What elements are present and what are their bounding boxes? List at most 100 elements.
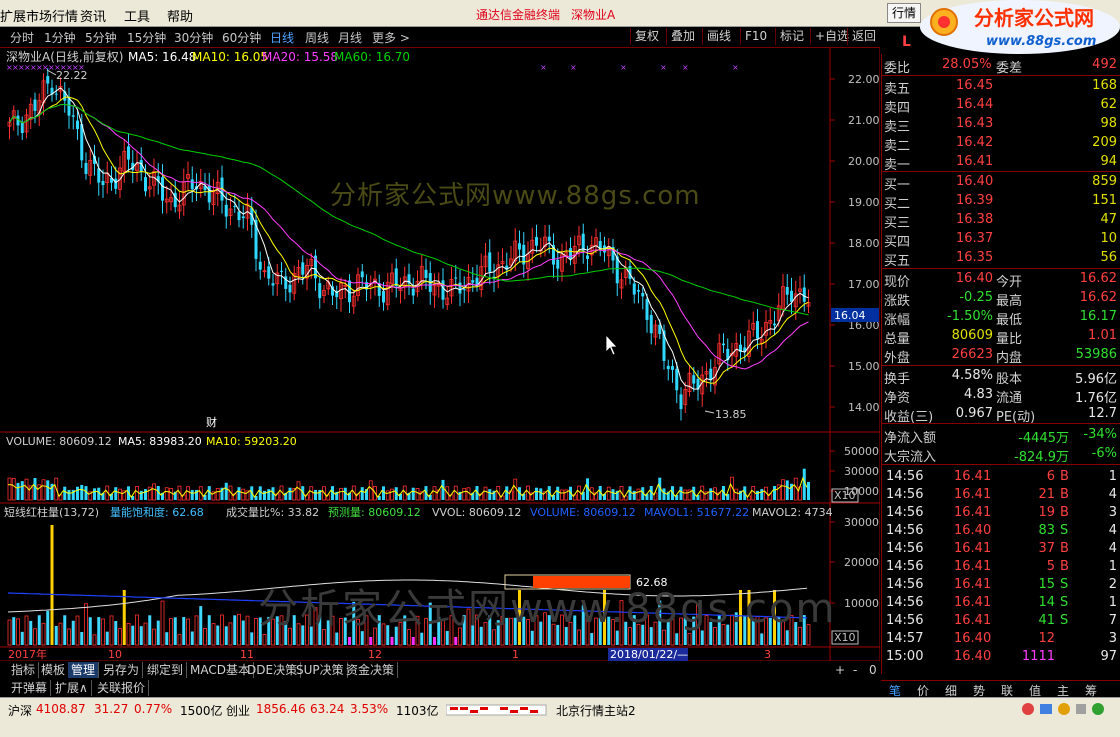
tab-danmaku[interactable]: 开弹幕 xyxy=(8,680,52,696)
indicator-bar xyxy=(509,617,513,646)
indicator-bar xyxy=(241,620,245,645)
tab-manage[interactable]: 管理 xyxy=(68,662,100,678)
menu-extended-market[interactable]: 扩展市场行情 xyxy=(0,6,78,25)
sell-row[interactable]: 卖五 16.45 168 xyxy=(882,77,1120,97)
candle-body xyxy=(756,321,759,339)
mark-button[interactable]: 标记 xyxy=(775,28,808,45)
sell-row[interactable]: 卖四 16.44 62 xyxy=(882,96,1120,116)
tab-expand[interactable]: 扩展∧ xyxy=(52,680,92,696)
market-strength-icon xyxy=(446,704,547,716)
stat-row[interactable]: 涨幅 -1.50% 最低 16.17 xyxy=(882,308,1120,328)
tick-row[interactable]: 14:56 16.41 14 S 1 xyxy=(882,594,1120,613)
menu-help[interactable]: 帮助 xyxy=(167,6,193,25)
draw-line-button[interactable]: 画线 xyxy=(702,28,735,45)
menu-tools[interactable]: 工具 xyxy=(124,6,150,25)
stat-row[interactable]: 总量 80609 量比 1.01 xyxy=(882,327,1120,347)
buy-label: 买二 xyxy=(884,197,911,212)
sell-price: 16.43 xyxy=(956,116,994,131)
kline-chart[interactable]: 深物业A(日线,前复权) MA5: 16.48 MA10: 16.05 MA20… xyxy=(0,48,880,661)
zoom-in-button[interactable]: + xyxy=(832,662,848,678)
indicator-bar xyxy=(573,615,577,645)
sell-label: 卖四 xyxy=(884,101,911,116)
sell-row[interactable]: 卖二 16.42 209 xyxy=(882,134,1120,154)
reset-zoom-button[interactable]: 0 xyxy=(866,662,880,678)
candle-body xyxy=(802,287,806,302)
buy-row[interactable]: 买四 16.37 10 xyxy=(882,230,1120,250)
stat-row[interactable]: 现价 16.40 今开 16.62 xyxy=(882,270,1120,290)
f10-button[interactable]: F10 xyxy=(740,28,771,45)
stat-row[interactable]: 涨跌 -0.25 最高 16.62 xyxy=(882,289,1120,309)
quote-button[interactable]: 行情 xyxy=(887,3,921,23)
stat-label: 涨幅 xyxy=(884,313,911,328)
indicator-bar xyxy=(305,614,309,646)
flow-row[interactable]: 大宗流入 -824.9万 -6% xyxy=(882,445,1120,465)
buy-row[interactable]: 买三 16.38 47 xyxy=(882,211,1120,231)
period-15min[interactable]: 15分钟 xyxy=(127,29,166,46)
period-1min[interactable]: 1分钟 xyxy=(44,29,76,46)
period-monthly[interactable]: 月线 xyxy=(338,29,362,46)
menu-news[interactable]: 资讯 xyxy=(80,6,106,25)
finance-label: 换手 xyxy=(884,372,911,387)
candle-body xyxy=(488,252,492,272)
indicator-bar xyxy=(777,616,781,645)
candle-body xyxy=(46,76,50,84)
candle-body xyxy=(224,204,228,217)
tick-volume: 41 xyxy=(1038,613,1055,628)
period-30min[interactable]: 30分钟 xyxy=(174,29,213,46)
tick-row[interactable]: 14:56 16.40 83 S 4 xyxy=(882,522,1120,541)
tick-count: 4 xyxy=(1108,523,1117,538)
finance-row[interactable]: 换手 4.58% 股本 5.96亿 xyxy=(882,367,1120,387)
overlay-button[interactable]: 叠加 xyxy=(666,28,699,45)
finance-row[interactable]: 净资 4.83 流通 1.76亿 xyxy=(882,386,1120,406)
stat-row[interactable]: 外盘 26623 内盘 53986 xyxy=(882,346,1120,366)
buy-row[interactable]: 买一 16.40 859 xyxy=(882,173,1120,193)
tick-row[interactable]: 14:56 16.41 6 B 1 xyxy=(882,468,1120,487)
tick-row[interactable]: 15:00 16.40 1111 97 xyxy=(882,648,1120,667)
tick-row[interactable]: 14:56 16.41 37 B 4 xyxy=(882,540,1120,559)
tick-row[interactable]: 14:56 16.41 15 S 2 xyxy=(882,576,1120,595)
period-daily[interactable]: 日线 xyxy=(270,29,294,46)
indicator-bar xyxy=(203,628,207,646)
volume-bar xyxy=(535,487,538,500)
volume-bar xyxy=(152,483,156,501)
tick-row[interactable]: 14:56 16.41 5 B 1 xyxy=(882,558,1120,577)
x-label-2017: 2017年 xyxy=(8,647,47,661)
tab-sup[interactable]: SUP决策 xyxy=(293,662,348,678)
logo-url: www.88gs.com xyxy=(986,34,1096,49)
period-more[interactable]: 更多 > xyxy=(372,29,410,46)
volume-bar xyxy=(734,488,739,501)
ma-lines xyxy=(9,87,809,390)
tab-template[interactable]: 模板 xyxy=(38,662,70,678)
tab-indicator[interactable]: 指标 xyxy=(8,662,40,678)
tick-row[interactable]: 14:56 16.41 41 S 7 xyxy=(882,612,1120,631)
buy-row[interactable]: 买五 16.35 56 xyxy=(882,249,1120,269)
fuquan-button[interactable]: 复权 xyxy=(630,28,663,45)
finance-marker: 财 xyxy=(206,415,217,429)
buy-row[interactable]: 买二 16.39 151 xyxy=(882,192,1120,212)
period-5min[interactable]: 5分钟 xyxy=(85,29,117,46)
zoom-out-button[interactable]: - xyxy=(850,662,860,678)
indicator-bar xyxy=(662,629,666,646)
indicator-bar xyxy=(326,620,330,645)
back-button[interactable]: 返回 xyxy=(847,28,880,45)
candle-body xyxy=(692,375,696,384)
tab-funds[interactable]: 资金决策 xyxy=(343,662,399,678)
tick-row[interactable]: 14:57 16.40 12 3 xyxy=(882,630,1120,649)
tick-row[interactable]: 14:56 16.41 21 B 4 xyxy=(882,486,1120,505)
flow-row[interactable]: 净流入额 -4445万 -34% xyxy=(882,426,1120,446)
tab-bind-to[interactable]: 绑定到 xyxy=(144,662,188,678)
tab-save-as[interactable]: 另存为 xyxy=(100,662,144,678)
finance-row[interactable]: 收益(三) 0.967 PE(动) 12.7 xyxy=(882,405,1120,425)
tick-row[interactable]: 14:56 16.41 19 B 3 xyxy=(882,504,1120,523)
volume-bar xyxy=(314,489,317,500)
ma10-label: MA10: 16.05 xyxy=(192,50,268,64)
sell-row[interactable]: 卖一 16.41 94 xyxy=(882,153,1120,173)
tab-related-quote[interactable]: 关联报价 xyxy=(94,680,150,696)
sell-row[interactable]: 卖三 16.43 98 xyxy=(882,115,1120,135)
volume-bar xyxy=(80,484,84,500)
indicator-bar xyxy=(318,615,322,645)
period-60min[interactable]: 60分钟 xyxy=(222,29,261,46)
period-fenshi[interactable]: 分时 xyxy=(10,29,34,46)
period-weekly[interactable]: 周线 xyxy=(305,29,329,46)
volume-bar xyxy=(360,487,364,500)
